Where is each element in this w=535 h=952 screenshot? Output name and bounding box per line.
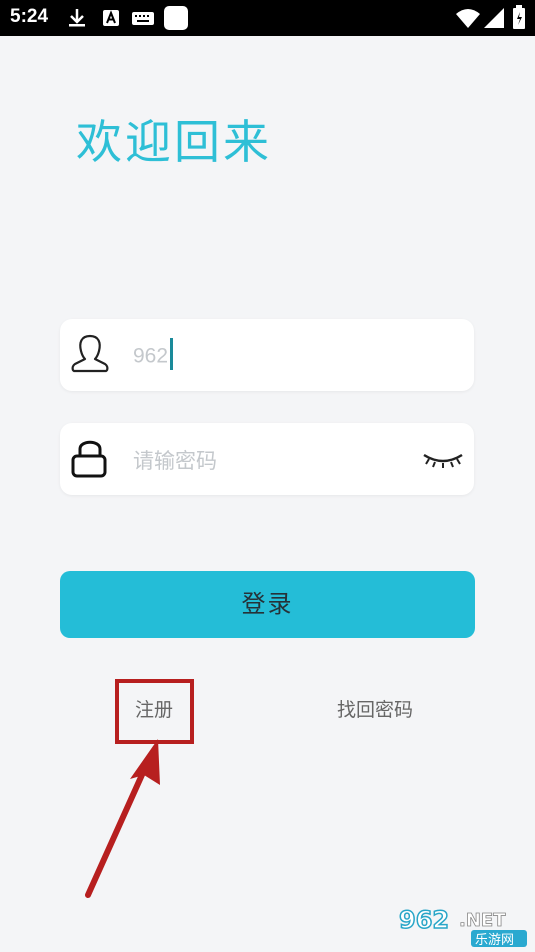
watermark-net: .NET <box>459 910 506 931</box>
password-field[interactable]: 请输密码 <box>60 423 474 495</box>
username-value: 962 <box>133 344 169 368</box>
text-cursor <box>170 338 174 370</box>
user-icon <box>71 334 109 373</box>
watermark-top: 962 <box>399 906 449 934</box>
wifi-icon <box>456 9 480 28</box>
eye-closed-icon[interactable] <box>422 451 464 469</box>
status-time: 5:24 <box>10 6 49 27</box>
watermark-logo: 962 .NET 乐游网 <box>395 905 529 948</box>
login-button[interactable]: 登录 <box>60 571 475 638</box>
signal-icon <box>484 8 504 28</box>
keyboard-icon <box>132 12 154 25</box>
watermark-bottom: 乐游网 <box>475 933 514 948</box>
welcome-title: 欢迎回来 <box>76 115 272 169</box>
square-icon <box>164 6 188 30</box>
forgot-password-link[interactable]: 找回密码 <box>337 695 413 722</box>
annotation-arrow <box>85 739 160 898</box>
username-input[interactable]: 962 <box>133 338 174 373</box>
lock-icon <box>71 440 107 478</box>
status-bar: 5:24 <box>0 0 535 36</box>
battery-icon <box>513 5 525 29</box>
download-icon <box>69 9 85 27</box>
username-field[interactable]: 962 <box>60 319 474 391</box>
password-input[interactable]: 请输密码 <box>133 445 217 475</box>
a-icon <box>103 10 119 26</box>
